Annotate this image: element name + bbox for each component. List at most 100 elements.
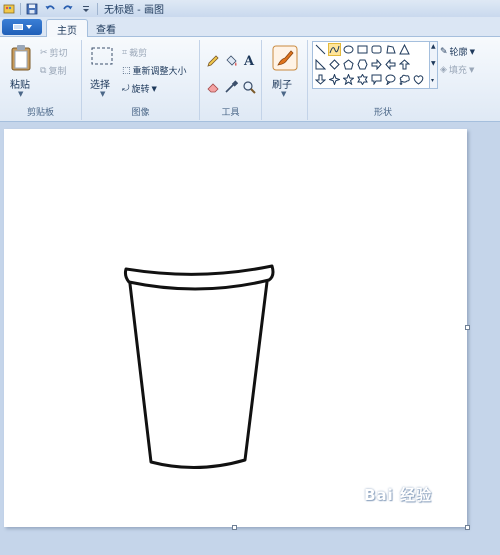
canvas-resize-handle-right[interactable] [465, 325, 470, 330]
drawing-canvas[interactable]: Bai 经验 [4, 129, 467, 527]
copy-label: 复制 [48, 67, 67, 77]
paste-button[interactable]: 粘贴 ▼ [6, 42, 36, 98]
resize-label: 重新调整大小 [132, 67, 187, 77]
undo-icon[interactable] [43, 2, 57, 16]
image-group: 选择 ▼ ⌗ 裁剪 ⬚ 重新调整大小 ⤾ 旋转 ▼ 图像 [82, 40, 200, 120]
tools-group-label: 工具 [221, 108, 240, 118]
rectangle-shape-icon[interactable] [356, 43, 369, 56]
oval-callout-shape-icon[interactable] [384, 73, 397, 86]
up-arrow-shape-icon[interactable] [398, 58, 411, 71]
copy-button[interactable]: ⧉ 复制 [40, 64, 67, 78]
brushes-group: 刷子 ▼ [262, 40, 308, 120]
oval-shape-icon[interactable] [342, 43, 355, 56]
window-title: 无标题 - 画图 [104, 5, 164, 16]
shapes-group-label: 形状 [373, 108, 392, 118]
chevron-down-icon: ▼ [468, 65, 475, 74]
cut-label: 剪切 [49, 49, 68, 59]
shapes-gallery [312, 41, 430, 89]
tab-home[interactable]: 主页 [46, 19, 88, 37]
crop-button[interactable]: ⌗ 裁剪 [122, 46, 148, 60]
rotate-icon: ⤾ [122, 83, 130, 94]
four-point-star-shape-icon[interactable] [328, 73, 341, 86]
outline-icon: ✎ [440, 46, 448, 57]
fill-shape-button[interactable]: ◈ 填充 ▼ [440, 63, 475, 77]
separator [20, 2, 21, 15]
select-label: 选择 [90, 80, 110, 91]
color-picker-icon[interactable] [224, 80, 238, 94]
right-triangle-shape-icon[interactable] [314, 58, 327, 71]
fill-bucket-icon: ◈ [440, 64, 447, 75]
fill-label: 填充 [448, 66, 467, 76]
five-point-star-shape-icon[interactable] [342, 73, 355, 86]
watermark: Bai 经验 [364, 486, 432, 504]
fill-icon[interactable] [224, 54, 238, 68]
hexagon-shape-icon[interactable] [356, 58, 369, 71]
file-menu-icon [12, 24, 23, 30]
resize-button[interactable]: ⬚ 重新调整大小 [122, 64, 187, 78]
tab-view[interactable]: 查看 [86, 19, 126, 37]
select-icon [91, 47, 113, 65]
right-arrow-shape-icon[interactable] [370, 58, 383, 71]
crop-icon: ⌗ [122, 47, 128, 58]
rectangular-callout-shape-icon[interactable] [370, 73, 383, 86]
left-arrow-shape-icon[interactable] [384, 58, 397, 71]
file-menu-button[interactable] [2, 19, 42, 35]
scroll-down-icon[interactable]: ▼ [431, 60, 436, 67]
cup-drawing [123, 264, 275, 469]
pencil-icon[interactable] [206, 54, 220, 68]
diamond-shape-icon[interactable] [328, 58, 341, 71]
text-icon[interactable]: A [242, 54, 256, 69]
canvas-resize-handle-bottom[interactable] [232, 525, 237, 530]
cloud-callout-shape-icon[interactable] [398, 73, 411, 86]
clipboard-group: 粘贴 ▼ ✂ 剪切 ⧉ 复制 剪贴板 [0, 40, 82, 120]
chevron-down-icon: ▼ [281, 90, 287, 98]
brushes-label: 刷子 [272, 80, 292, 91]
line-shape-icon[interactable] [314, 43, 327, 56]
scroll-up-icon[interactable]: ▲ [431, 43, 436, 50]
customize-arrow-icon[interactable] [79, 2, 93, 16]
chevron-down-icon: ▼ [100, 90, 106, 98]
down-arrow-shape-icon[interactable] [314, 73, 327, 86]
rotate-button[interactable]: ⤾ 旋转 ▼ [122, 82, 157, 96]
chevron-down-icon [25, 25, 32, 29]
copy-icon: ⧉ [40, 65, 47, 76]
pentagon-shape-icon[interactable] [342, 58, 355, 71]
separator [97, 2, 98, 15]
rounded-rectangle-shape-icon[interactable] [370, 43, 383, 56]
image-group-label: 图像 [131, 108, 150, 118]
paste-label: 粘贴 [10, 80, 30, 91]
outline-button[interactable]: ✎ 轮廓 ▼ [440, 45, 475, 59]
ribbon: 粘贴 ▼ ✂ 剪切 ⧉ 复制 剪贴板 选择 ▼ ⌗ 裁剪 ⬚ 重新调整大小 ⤾ … [0, 37, 500, 122]
scissors-icon: ✂ [40, 47, 48, 58]
polygon-shape-icon[interactable] [384, 43, 397, 56]
save-icon[interactable] [25, 2, 39, 16]
paint-window: 无标题 - 画图 主页 查看 粘贴 ▼ ✂ 剪切 ⧉ 复制 剪贴板 选择 ▼ ⌗… [0, 0, 500, 555]
paste-icon [11, 45, 31, 71]
cut-button[interactable]: ✂ 剪切 [40, 46, 68, 60]
curve-shape-icon[interactable] [328, 43, 341, 56]
brushes-button[interactable]: 刷子 ▼ [268, 42, 302, 98]
chevron-down-icon: ▼ [18, 90, 24, 98]
canvas-resize-handle-corner[interactable] [465, 525, 470, 530]
clipboard-group-label: 剪贴板 [26, 108, 54, 118]
outline-label: 轮廓 [449, 48, 468, 58]
chevron-down-icon: ▼ [151, 84, 157, 93]
heart-shape-icon[interactable] [412, 73, 425, 86]
six-point-star-shape-icon[interactable] [356, 73, 369, 86]
tools-group: A 工具 [200, 40, 262, 120]
title-bar: 无标题 - 画图 [0, 0, 500, 17]
select-button[interactable]: 选择 ▼ [88, 42, 118, 98]
expand-gallery-icon[interactable]: ▾ [431, 77, 434, 84]
triangle-shape-icon[interactable] [398, 43, 411, 56]
crop-label: 裁剪 [129, 49, 148, 59]
redo-icon[interactable] [61, 2, 75, 16]
shapes-gallery-scrollbar[interactable]: ▲ ▼ ▾ [430, 41, 438, 89]
resize-icon: ⬚ [122, 65, 131, 76]
chevron-down-icon: ▼ [469, 47, 475, 56]
magnifier-icon[interactable] [242, 80, 256, 94]
rotate-label: 旋转 [131, 85, 150, 95]
canvas-workspace[interactable]: Bai 经验 [0, 122, 500, 555]
brush-icon [272, 45, 298, 71]
eraser-icon[interactable] [206, 80, 220, 94]
app-icon[interactable] [2, 2, 16, 16]
